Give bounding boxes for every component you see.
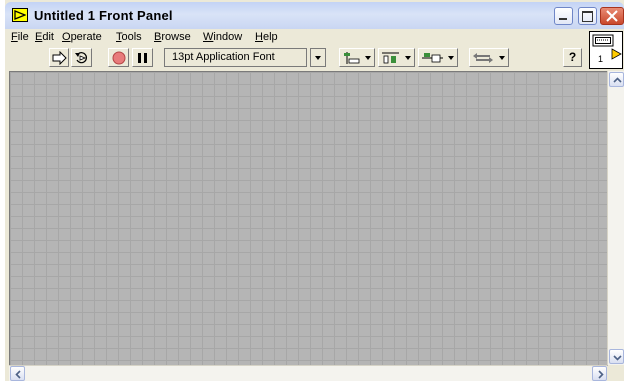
menu-edit[interactable]: Edit — [35, 31, 54, 43]
scroll-down-button[interactable] — [609, 349, 624, 364]
title-bar[interactable]: Untitled 1 Front Panel — [5, 2, 624, 29]
minimize-button[interactable] — [554, 7, 573, 25]
align-objects-button[interactable] — [339, 48, 375, 67]
reorder-button[interactable] — [469, 48, 509, 67]
font-select[interactable]: 13pt Application Font — [164, 48, 307, 67]
menu-window[interactable]: Window — [203, 31, 242, 43]
labview-app-icon — [12, 8, 28, 22]
horizontal-scrollbar[interactable] — [9, 365, 607, 381]
menu-tools[interactable]: Tools — [116, 31, 142, 43]
scroll-left-button[interactable] — [10, 366, 25, 381]
distribute-objects-button[interactable] — [378, 48, 415, 67]
chevron-left-icon — [15, 370, 21, 379]
abort-execution-button[interactable] — [108, 48, 129, 67]
context-help-button[interactable]: ? — [563, 48, 582, 67]
scroll-up-button[interactable] — [609, 72, 624, 87]
connector-pane-icon[interactable]: 1 — [589, 31, 623, 69]
front-panel-canvas[interactable] — [9, 71, 608, 366]
menu-operate[interactable]: Operate — [62, 31, 102, 43]
resize-objects-button[interactable] — [418, 48, 458, 67]
run-button[interactable] — [49, 48, 69, 67]
front-panel-window: Untitled 1 Front Panel File Edit Operate… — [5, 0, 624, 381]
chevron-right-icon — [598, 370, 604, 379]
menu-help[interactable]: Help — [255, 31, 278, 43]
close-button[interactable] — [600, 7, 624, 25]
window-title: Untitled 1 Front Panel — [34, 8, 173, 23]
maximize-button[interactable] — [578, 7, 597, 25]
menu-file[interactable]: File — [11, 31, 29, 43]
menu-bar: File Edit Operate Tools Browse Window He… — [5, 29, 585, 45]
vi-number-label: 1 — [598, 54, 604, 64]
chevron-up-icon — [613, 77, 622, 83]
chevron-down-icon — [613, 355, 622, 361]
font-dropdown-arrow[interactable] — [310, 48, 326, 67]
toolbar: 13pt Application Font ? — [5, 45, 587, 69]
menu-browse[interactable]: Browse — [154, 31, 191, 43]
pause-button[interactable] — [132, 48, 153, 67]
vertical-scrollbar[interactable] — [607, 71, 624, 365]
run-continuously-button[interactable] — [71, 48, 92, 67]
scroll-right-button[interactable] — [592, 366, 607, 381]
